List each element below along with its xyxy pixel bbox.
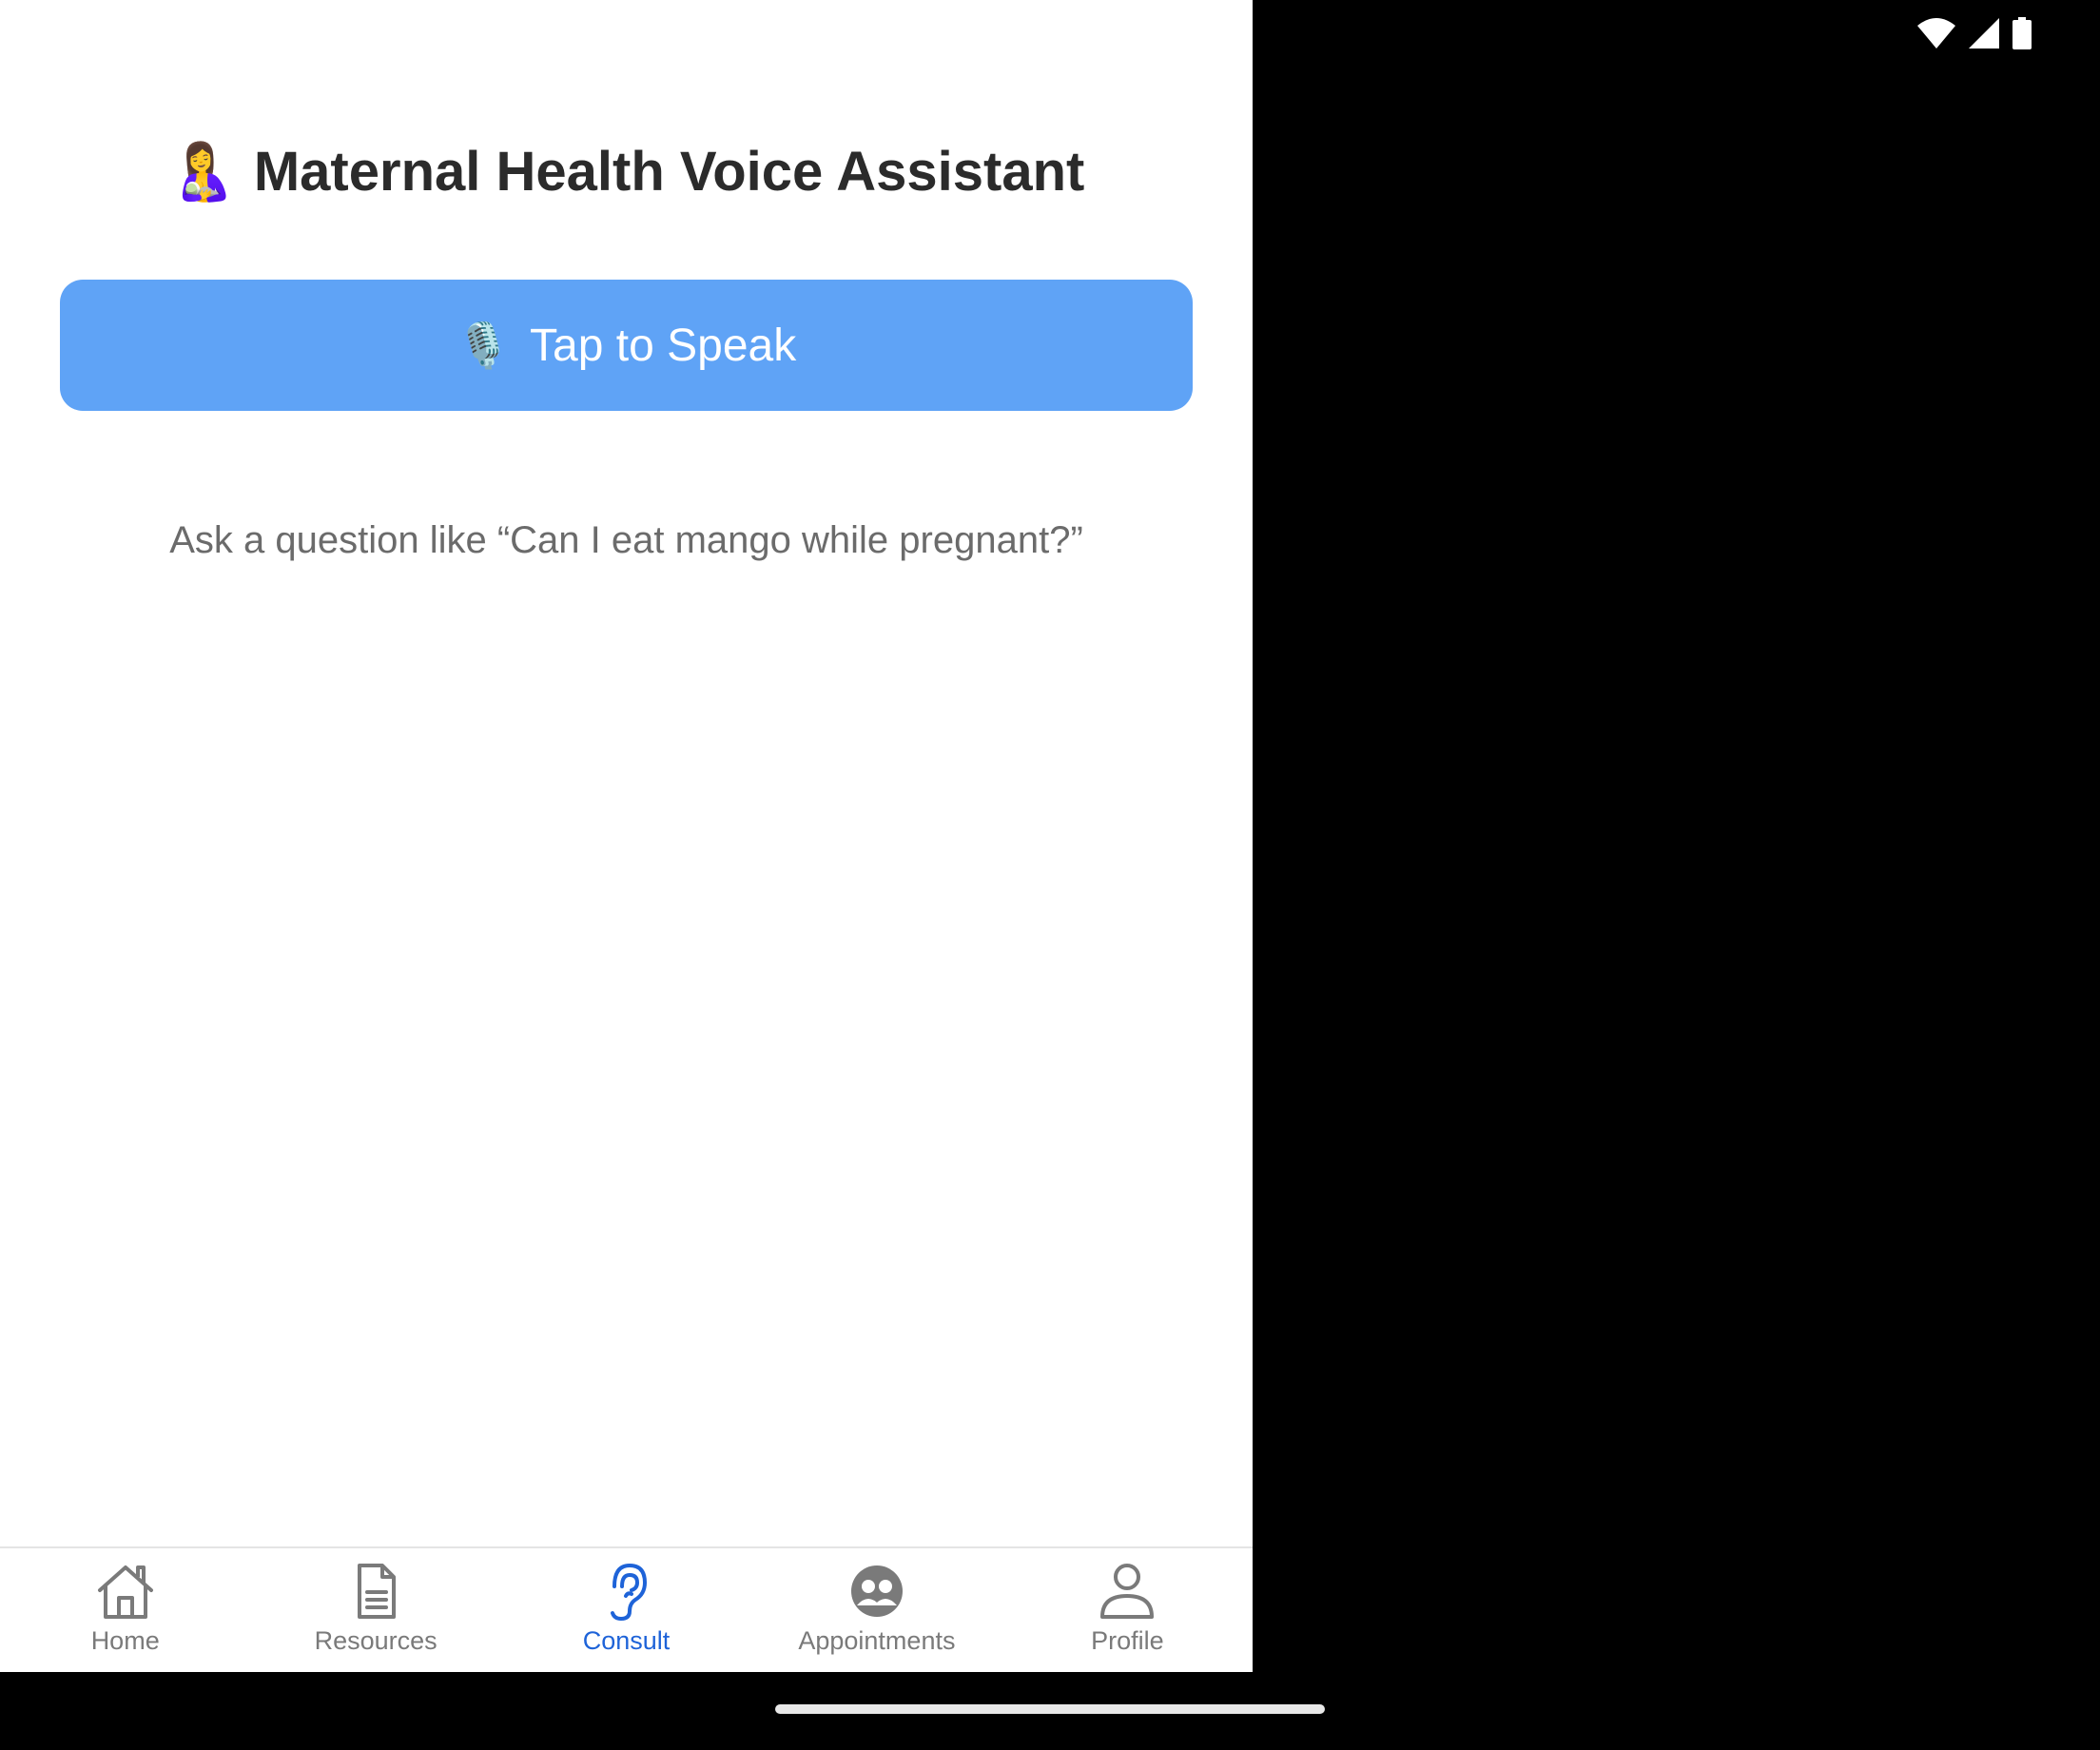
tab-consult[interactable]: Consult xyxy=(501,1548,751,1672)
tap-to-speak-button[interactable]: 🎙️ Tap to Speak xyxy=(60,280,1193,411)
tab-profile[interactable]: Profile xyxy=(1002,1548,1253,1672)
wifi-icon xyxy=(1917,18,1955,49)
document-icon xyxy=(344,1562,407,1621)
tab-home[interactable]: Home xyxy=(0,1548,250,1672)
cell-signal-icon xyxy=(1969,18,1999,49)
bottom-tab-bar: Home Resources Consult Appointments Prof… xyxy=(0,1546,1253,1672)
person-icon xyxy=(1096,1562,1158,1621)
device-screen: 🤱 Maternal Health Voice Assistant 🎙️ Tap … xyxy=(0,0,2100,1750)
page-title: 🤱 Maternal Health Voice Assistant xyxy=(0,133,1253,210)
status-bar xyxy=(1917,17,2032,49)
ear-icon xyxy=(595,1562,658,1621)
people-circle-icon xyxy=(846,1562,908,1621)
breastfeeding-emoji-icon: 🤱 xyxy=(167,139,237,204)
gesture-home-indicator[interactable] xyxy=(775,1704,1325,1714)
hint-text: Ask a question like “Can I eat mango whi… xyxy=(169,519,1083,561)
tab-consult-label: Consult xyxy=(582,1626,671,1655)
tab-appointments-label: Appointments xyxy=(798,1626,956,1655)
tab-resources[interactable]: Resources xyxy=(250,1548,500,1672)
tab-appointments[interactable]: Appointments xyxy=(751,1548,1001,1672)
tab-resources-label: Resources xyxy=(314,1626,438,1655)
home-icon xyxy=(94,1562,157,1621)
page-title-text: Maternal Health Voice Assistant xyxy=(253,141,1085,203)
battery-icon xyxy=(2012,17,2032,49)
tap-to-speak-label: Tap to Speak xyxy=(530,320,797,371)
tab-home-label: Home xyxy=(90,1626,160,1655)
app-panel: 🤱 Maternal Health Voice Assistant 🎙️ Tap … xyxy=(0,0,1253,1672)
tab-profile-label: Profile xyxy=(1091,1626,1164,1655)
microphone-icon: 🎙️ xyxy=(456,319,512,371)
